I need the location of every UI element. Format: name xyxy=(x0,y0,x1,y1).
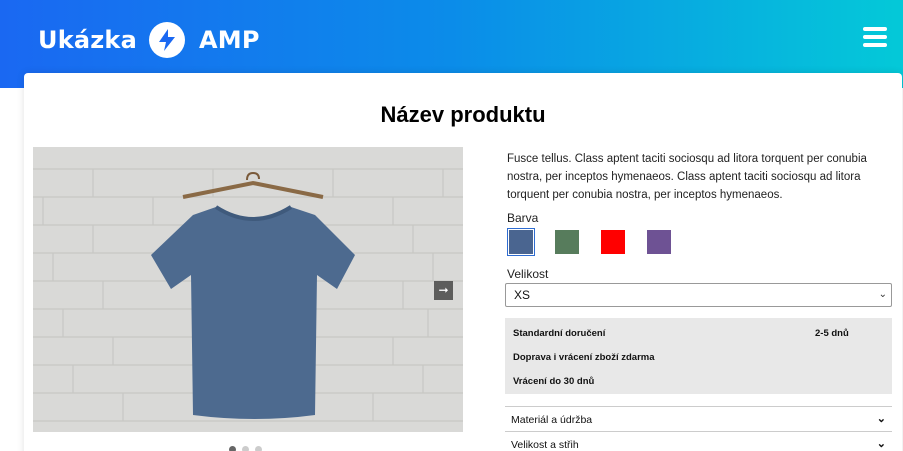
carousel-dot[interactable] xyxy=(229,446,236,451)
carousel-next-button[interactable]: ➞ xyxy=(434,281,453,300)
product-description: Fusce tellus. Class aptent taciti socios… xyxy=(507,153,867,201)
product-image-carousel[interactable] xyxy=(33,147,463,432)
color-swatch-red[interactable] xyxy=(599,228,627,256)
carousel-dots xyxy=(229,446,262,451)
tshirt-product-image xyxy=(33,147,463,432)
color-swatch-purple[interactable] xyxy=(645,228,673,256)
color-label: Barva xyxy=(507,211,539,225)
size-label: Velikost xyxy=(507,267,549,281)
page-title: Název produktu xyxy=(380,102,546,127)
shipping-info-box: Standardní doručení 2-5 dnů Doprava i vr… xyxy=(505,318,892,394)
color-swatch-blue[interactable] xyxy=(507,228,535,256)
size-select-value: XS xyxy=(514,288,531,302)
size-select[interactable]: XS ⌄ xyxy=(505,283,892,307)
chevron-down-icon: ⌄ xyxy=(878,289,887,300)
color-swatch-green[interactable] xyxy=(553,228,581,256)
shipping-returns-label: Vrácení do 30 dnů xyxy=(513,376,595,387)
color-swatches xyxy=(507,228,691,256)
shipping-standard-label: Standardní doručení xyxy=(513,328,606,339)
shipping-free-label: Doprava i vrácení zboží zdarma xyxy=(513,352,655,363)
shipping-standard-value: 2-5 dnů xyxy=(815,328,849,339)
accordion-material-care[interactable]: Materiál a údržba ⌄ xyxy=(505,406,892,432)
arrow-right-icon: ➞ xyxy=(438,283,449,297)
hamburger-menu-icon[interactable] xyxy=(863,27,887,47)
chevron-down-icon: ⌄ xyxy=(876,438,886,450)
brand-logo[interactable]: Ukázka AMP xyxy=(38,20,260,60)
brand-text-left: Ukázka xyxy=(38,26,137,54)
brand-text-right: AMP xyxy=(198,26,260,54)
carousel-dot[interactable] xyxy=(255,446,262,451)
accordion-label: Materiál a údržba xyxy=(511,414,593,426)
accordion-label: Velikost a střih xyxy=(511,439,579,451)
accordion-size-fit[interactable]: Velikost a střih ⌄ xyxy=(505,431,892,451)
lightning-bolt-icon xyxy=(148,22,185,58)
chevron-down-icon: ⌄ xyxy=(876,413,886,425)
carousel-dot[interactable] xyxy=(242,446,249,451)
